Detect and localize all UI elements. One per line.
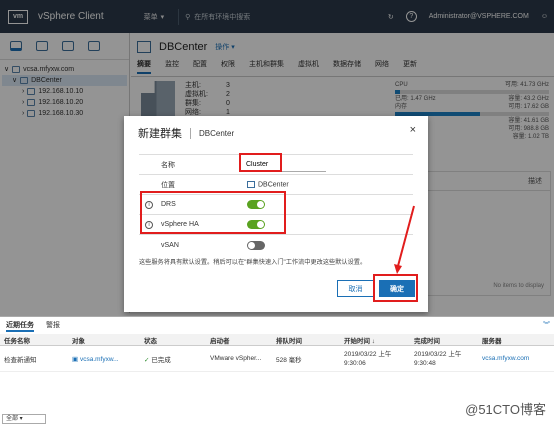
- col-header[interactable]: 开始时间 ↓: [340, 335, 410, 345]
- filter-value: 全部: [6, 416, 19, 422]
- highlight-services: [140, 191, 286, 234]
- tasks-filter-select[interactable]: 全部 ▾: [2, 414, 46, 424]
- vm-icon: ▣: [72, 355, 80, 363]
- task-end-time: 2019/03/22 上午 9:30:48: [414, 350, 462, 367]
- highlight-name-input: [239, 153, 282, 172]
- watermark: @51CTO博客: [465, 402, 546, 417]
- highlight-ok-button: [373, 274, 418, 302]
- table-row[interactable]: 检查新通知 ▣ vcsa.mfyxw... ✓ 已完成 VMware vSphe…: [0, 346, 554, 372]
- task-status-text: 已完成: [151, 356, 171, 364]
- location-text: DBCenter: [258, 181, 289, 189]
- dialog-header: 新建群集 DBCenter: [138, 125, 234, 141]
- tab-alarms[interactable]: 警报: [46, 320, 60, 332]
- table-header: 任务名称 对象 状态 启动者 排队时间 开始时间 ↓ 完成时间 服务器: [0, 334, 554, 346]
- col-header[interactable]: 排队时间: [272, 335, 340, 345]
- vsan-row: vSAN: [139, 235, 413, 255]
- col-header[interactable]: 完成时间: [410, 335, 478, 345]
- task-server[interactable]: vcsa.mfyxw.com: [478, 355, 554, 362]
- col-header[interactable]: 启动者: [206, 335, 272, 345]
- defaults-note: 这些服务将具有默认设置。稍后可以在"群集快速入门"工作流中更改这些默认设置。: [139, 259, 367, 266]
- tasks-table: 任务名称 对象 状态 启动者 排队时间 开始时间 ↓ 完成时间 服务器 检查新通…: [0, 334, 554, 372]
- tab-recent-tasks[interactable]: 近期任务: [6, 320, 34, 332]
- task-status: ✓ 已完成: [140, 354, 206, 364]
- col-header[interactable]: 对象: [68, 335, 140, 345]
- dialog-subtitle: DBCenter: [199, 128, 235, 138]
- collapse-icon[interactable]: ︾: [543, 320, 550, 330]
- vsan-label: vSAN: [161, 241, 179, 249]
- task-queue-time: 528 毫秒: [276, 356, 302, 364]
- col-header[interactable]: 状态: [140, 335, 206, 345]
- cancel-button[interactable]: 取消: [337, 280, 374, 297]
- location-label: 位置: [161, 181, 175, 189]
- task-object[interactable]: ▣ vcsa.mfyxw...: [68, 355, 140, 363]
- dialog-title: 新建群集: [138, 128, 182, 140]
- datacenter-icon: [247, 180, 255, 188]
- task-name: 检查新通知: [4, 356, 37, 364]
- task-object-text: vcsa.mfyxw...: [79, 355, 119, 363]
- col-header[interactable]: 任务名称: [0, 335, 68, 345]
- header-divider: [190, 127, 191, 139]
- location-value: DBCenter: [247, 180, 289, 189]
- vsan-toggle[interactable]: [247, 240, 265, 250]
- task-initiator: VMware vSpher...: [210, 355, 262, 362]
- col-header[interactable]: 服务器: [478, 335, 554, 345]
- recent-tasks-panel: 近期任务 警报 ︾ 任务名称 对象 状态 启动者 排队时间 开始时间 ↓ 完成时…: [0, 316, 554, 426]
- task-start-time: 2019/03/22 上午 9:30:06: [344, 350, 392, 367]
- close-icon[interactable]: ×: [410, 124, 416, 136]
- name-label: 名称: [161, 161, 175, 169]
